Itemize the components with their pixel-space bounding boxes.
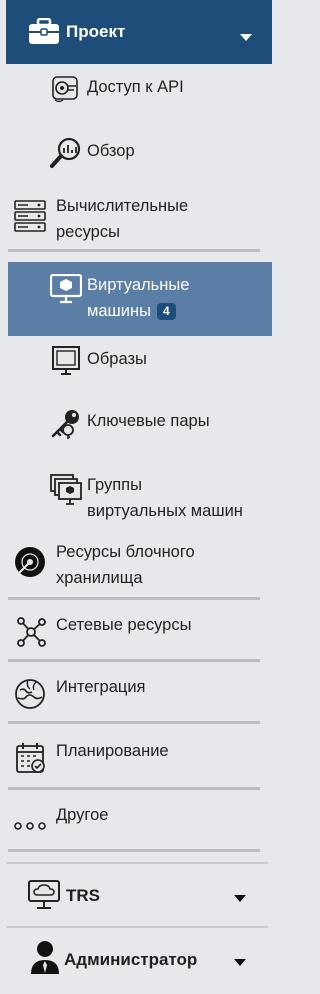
divider [8,249,260,252]
nav-item-overview[interactable]: Обзор [8,128,272,174]
nav-item-block-storage[interactable]: Ресурсы блочного хранилища [8,536,272,596]
sidebar-left-border [0,0,8,992]
section-trs-label: TRS [66,886,100,905]
nav-item-label: Ресурсы блочного [56,543,195,561]
nav-item-other[interactable]: Другое [8,794,272,848]
project-title: Проект [66,22,126,41]
vm-monitor-icon [49,273,83,309]
divider [8,721,260,724]
disk-icon [14,546,46,583]
nav-item-label: Виртуальные [87,276,190,294]
nav-item-label: Планирование [56,742,169,760]
network-nodes-icon [16,616,46,653]
calendar-check-icon [16,742,46,779]
puzzle-globe-icon [14,678,46,715]
nav-item-label-line2: виртуальных машин [87,502,243,520]
more-dots-icon [14,818,46,836]
briefcase-icon [28,17,60,51]
nav-item-vm-groups[interactable]: Группы виртуальных машин [8,462,272,528]
nav-item-keypairs[interactable]: Ключевые пары [8,400,272,448]
vm-count-badge: 4 [156,303,176,321]
nav-item-network[interactable]: Сетевые ресурсы [8,604,272,658]
nav-item-label: Обзор [87,142,135,160]
vm-groups-icon [50,474,82,511]
nav-item-label-line2: машины 4 [87,298,176,324]
chevron-down-icon [234,952,246,972]
nav-item-label: Группы [87,476,142,494]
section-admin[interactable]: Администратор [6,926,268,994]
nav-item-api-access[interactable]: Доступ к API [8,66,272,110]
project-sidebar: Проект Доступ к API Обзор Вычислительные… [0,0,272,994]
nav-item-label-line2-text: машины [87,302,151,320]
nav-item-images[interactable]: Образы [8,338,272,386]
admin-user-icon [30,940,60,981]
nav-item-label-line2: ресурсы [56,223,120,241]
nav-item-virtual-machines[interactable]: Виртуальные машины 4 [8,262,272,336]
nav-item-label: Доступ к API [87,78,184,96]
overview-magnifier-icon [50,136,82,175]
divider [8,597,260,600]
cloud-monitor-icon [28,878,60,915]
nav-item-scheduling[interactable]: Планирование [8,728,272,784]
keys-icon [50,408,82,445]
nav-item-label: Ключевые пары [87,412,210,430]
nav-item-label-line2: хранилища [56,569,143,587]
chevron-down-icon [240,27,252,47]
project-header[interactable]: Проект [6,0,272,64]
monitor-icon [52,346,80,381]
nav-item-label: Интеграция [56,678,146,696]
divider [8,659,260,662]
nav-item-compute[interactable]: Вычислительные ресурсы [8,190,272,250]
section-admin-label: Администратор [64,950,198,969]
nav-item-label: Вычислительные [56,197,189,215]
nav-item-label: Другое [56,806,109,824]
nav-item-label: Образы [87,350,147,368]
api-access-icon [50,74,82,109]
nav-item-integration[interactable]: Интеграция [8,666,272,720]
divider [8,849,260,852]
nav-item-label: Сетевые ресурсы [56,616,192,634]
chevron-down-icon [234,888,246,908]
divider [8,787,260,790]
server-rack-icon [14,200,46,237]
section-trs[interactable]: TRS [6,862,268,924]
